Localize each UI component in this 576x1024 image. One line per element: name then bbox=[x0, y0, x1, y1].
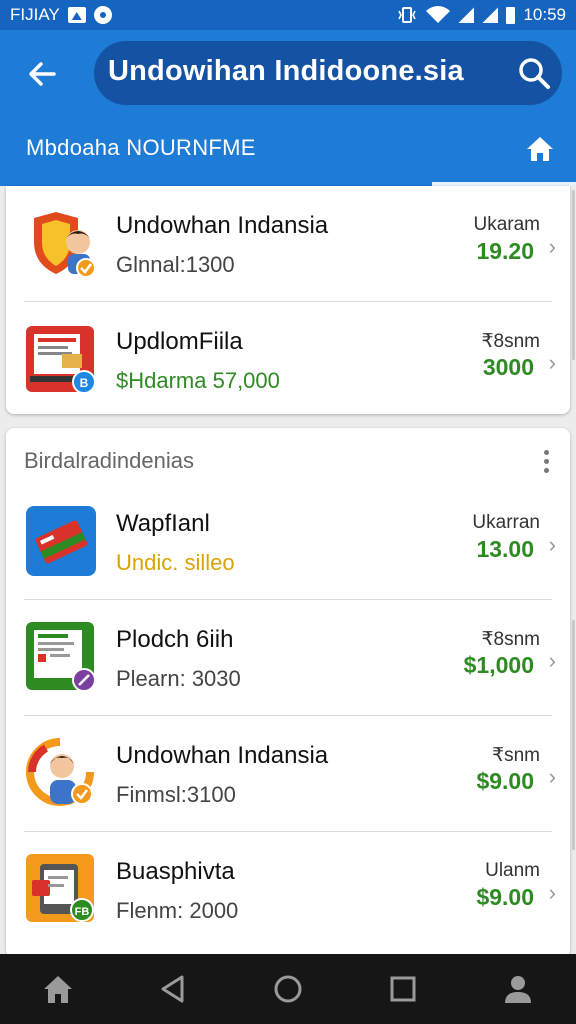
item-subtitle: Undic. silleo bbox=[116, 550, 235, 575]
battery-icon bbox=[506, 6, 516, 24]
signal-icon-2 bbox=[482, 7, 499, 23]
item-label: Ukarran bbox=[472, 512, 540, 533]
status-bar: FIJIAY 10:59 bbox=[0, 0, 576, 30]
status-left: FIJIAY bbox=[10, 5, 112, 25]
list-item[interactable]: FB Buasphivta Flenm: 2000 Ulanm $9.00 › bbox=[6, 832, 570, 948]
circle-app-icon bbox=[93, 6, 112, 24]
chevron-right-icon: › bbox=[548, 648, 556, 673]
back-triangle-icon bbox=[161, 975, 184, 1003]
laptop-store-icon: B bbox=[26, 324, 96, 394]
item-title: Plodch 6iih bbox=[116, 626, 234, 653]
arrow-left-icon bbox=[29, 62, 56, 86]
chevron-right-icon: › bbox=[548, 350, 556, 375]
wallet-card-icon bbox=[26, 506, 96, 576]
item-subtitle: Glnnal:1300 bbox=[116, 252, 235, 277]
list-item[interactable]: B UpdlomFiila $Hdarma 57,000 ₹8snm 3000 … bbox=[6, 302, 570, 418]
item-label: ₹snm bbox=[492, 745, 540, 766]
carrier-label: FIJIAY bbox=[10, 5, 60, 24]
list-item[interactable]: WapfIanl Undic. silleo Ukarran 13.00 › bbox=[6, 484, 570, 600]
clock: 10:59 bbox=[523, 5, 566, 24]
home-icon[interactable] bbox=[526, 136, 554, 162]
item-price: 13.00 bbox=[476, 536, 534, 562]
item-title: WapfIanl bbox=[116, 510, 210, 537]
nav-recents-button[interactable] bbox=[378, 964, 428, 1014]
signal-icon bbox=[458, 7, 475, 23]
status-right: 10:59 bbox=[396, 5, 566, 25]
person-avatar-icon bbox=[26, 738, 96, 808]
person-icon bbox=[505, 976, 532, 1003]
item-title: UpdlomFiila bbox=[116, 328, 243, 355]
item-title: Buasphivta bbox=[116, 858, 235, 885]
item-price: 19.20 bbox=[476, 238, 534, 264]
chevron-right-icon: › bbox=[548, 880, 556, 905]
home-icon bbox=[43, 976, 72, 1003]
document-app-icon bbox=[26, 622, 96, 692]
results-card-2: Birdalradindenias WapfIanl Undic. silleo… bbox=[6, 428, 570, 958]
notification-box-icon bbox=[67, 7, 86, 23]
shield-person-icon bbox=[26, 208, 96, 278]
item-label: ₹8snm bbox=[481, 629, 540, 650]
circle-home-icon bbox=[274, 975, 302, 1003]
item-subtitle: $Hdarma 57,000 bbox=[116, 368, 280, 393]
section-title: Mbdoaha NOURNFME bbox=[26, 135, 256, 160]
chevron-right-icon: › bbox=[548, 764, 556, 789]
search-icon[interactable] bbox=[516, 55, 552, 91]
wifi-icon bbox=[426, 6, 451, 24]
item-label: Ulanm bbox=[485, 860, 540, 881]
nav-profile-button[interactable] bbox=[493, 964, 543, 1014]
item-price: $9.00 bbox=[476, 768, 534, 794]
list-item[interactable]: Undowhan Indansia Finmsl:3100 ₹snm $9.00… bbox=[6, 716, 570, 832]
item-subtitle: Flenm: 2000 bbox=[116, 898, 239, 923]
vibrate-icon bbox=[398, 7, 417, 23]
svg-text:B: B bbox=[80, 376, 89, 390]
svg-text:FB: FB bbox=[75, 906, 90, 918]
search-input[interactable]: Undowihan Indidoone.sia bbox=[108, 55, 464, 88]
chevron-right-icon: › bbox=[548, 532, 556, 557]
item-price: $1,000 bbox=[463, 652, 534, 678]
back-button[interactable] bbox=[20, 52, 64, 96]
chevron-right-icon: › bbox=[548, 234, 556, 259]
item-subtitle: Finmsl:3100 bbox=[116, 782, 236, 807]
search-bar[interactable]: Undowihan Indidoone.sia bbox=[94, 41, 562, 105]
item-label: Ukaram bbox=[473, 214, 540, 235]
app-bar: Undowihan Indidoone.sia Mbdoaha NOURNFME bbox=[0, 30, 576, 186]
item-price: $9.00 bbox=[476, 884, 534, 910]
square-recents-icon bbox=[390, 976, 416, 1002]
phone-app-icon: FB bbox=[26, 854, 96, 924]
scrollbar[interactable] bbox=[572, 190, 575, 360]
nav-circle-button[interactable] bbox=[263, 964, 313, 1014]
item-label: ₹8snm bbox=[481, 331, 540, 352]
nav-back-button[interactable] bbox=[148, 964, 198, 1014]
list-item[interactable]: Undowhan Indansia Glnnal:1300 Ukaram 19.… bbox=[6, 186, 570, 302]
item-subtitle: Plearn: 3030 bbox=[116, 666, 241, 691]
more-vert-icon[interactable] bbox=[542, 450, 550, 474]
navigation-bar bbox=[0, 954, 576, 1024]
scrollbar-lower[interactable] bbox=[572, 620, 575, 850]
list-item[interactable]: Plodch 6iih Plearn: 3030 ₹8snm $1,000 › bbox=[6, 600, 570, 716]
item-title: Undowhan Indansia bbox=[116, 742, 329, 769]
section-header: Birdalradindenias bbox=[24, 448, 194, 473]
item-title: Undowhan Indansia bbox=[116, 212, 329, 239]
nav-home-button[interactable] bbox=[33, 964, 83, 1014]
item-price: 3000 bbox=[482, 354, 534, 380]
results-card-1: Undowhan Indansia Glnnal:1300 Ukaram 19.… bbox=[6, 186, 570, 414]
